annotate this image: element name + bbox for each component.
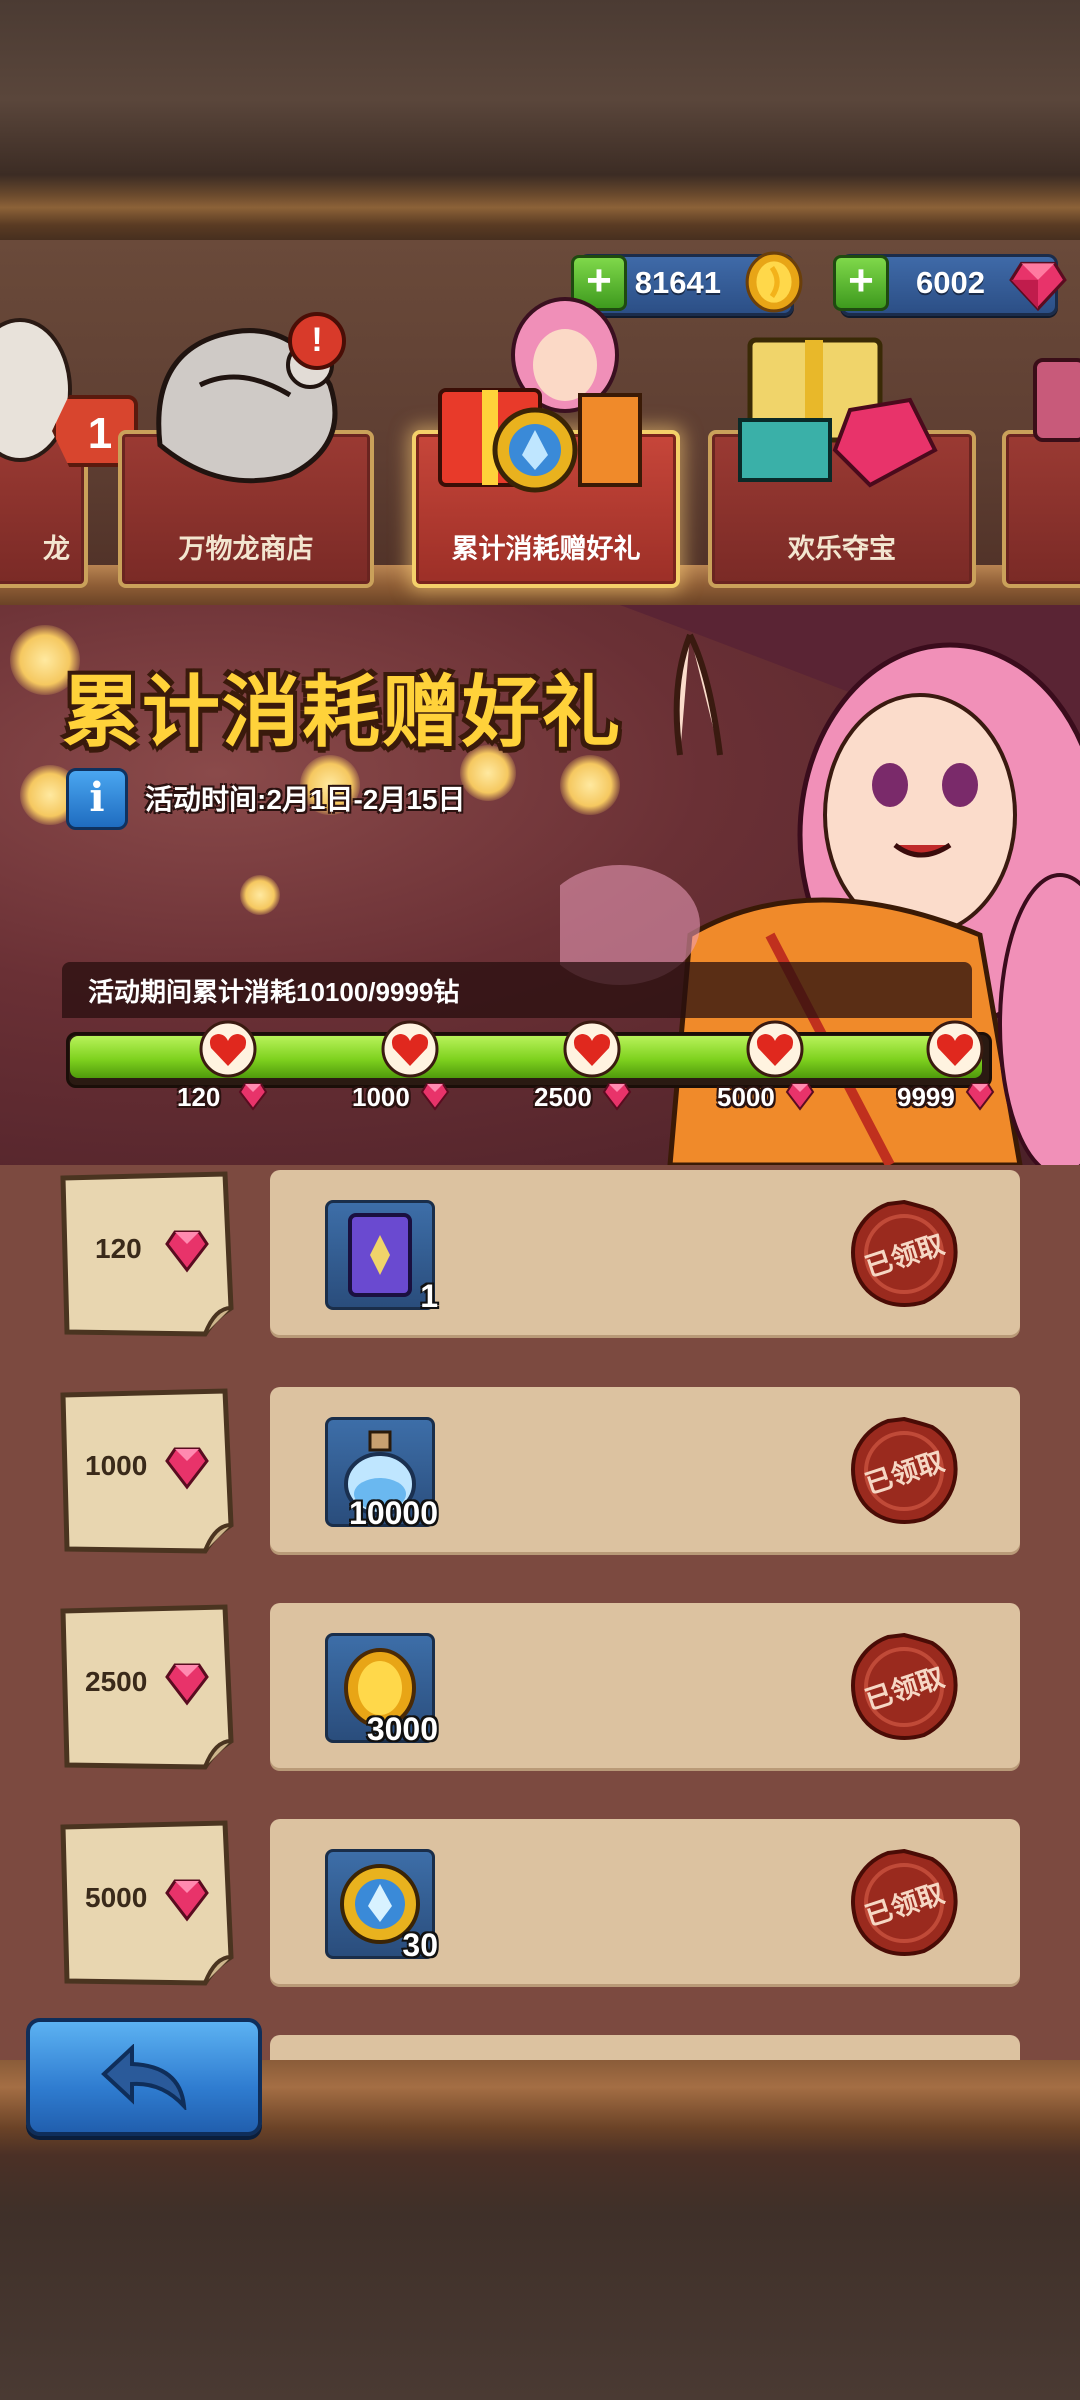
- basket-icon: [1033, 358, 1080, 442]
- cost-scroll: 120: [55, 1168, 240, 1338]
- milestone-label: 1000: [352, 1082, 410, 1112]
- top-frame: [0, 0, 1080, 250]
- tab-label: 欢乐夺宝: [788, 534, 896, 564]
- progress-text: 活动期间累计消耗10100/9999钻: [88, 977, 460, 1007]
- cost-scroll: 2500: [55, 1601, 240, 1771]
- cost-amount: 1000: [85, 1450, 148, 1481]
- parchment-icon: [60, 1388, 234, 1554]
- parchment-icon: [60, 1604, 234, 1770]
- reward-row: 30 已领取: [270, 1819, 1020, 1984]
- milestone-heart-icon: [746, 1020, 804, 1078]
- gift-girl-icon: [438, 297, 642, 493]
- parchment-icon: [60, 1820, 234, 1986]
- reward-count: 3000: [366, 1711, 438, 1747]
- gem-amount: 6002: [916, 265, 985, 300]
- claimed-seal: 已领取: [848, 1198, 960, 1310]
- cost-amount: 5000: [85, 1882, 148, 1913]
- event-title: 累计消耗赠好礼: [62, 668, 623, 756]
- milestone-label: 9999: [897, 1082, 955, 1112]
- reward-item[interactable]: 10000: [325, 1417, 438, 1531]
- reward-row: 3000 已领取: [270, 1603, 1020, 1768]
- reward-item[interactable]: 30: [325, 1849, 438, 1963]
- alert-icon: !: [288, 312, 346, 370]
- badge-count: 1: [87, 409, 113, 458]
- cost-amount: 120: [95, 1233, 142, 1264]
- milestone-label: 120: [177, 1082, 221, 1112]
- pink-gem-icon: [165, 1879, 209, 1922]
- pink-gem-icon: [602, 1083, 632, 1111]
- milestone-label: 5000: [717, 1082, 775, 1112]
- pink-gem-icon: [165, 1230, 209, 1273]
- pink-gem-icon: [165, 1447, 209, 1490]
- reward-item[interactable]: 3000: [325, 1633, 438, 1747]
- pink-gem-icon: [1009, 261, 1067, 312]
- tab-next[interactable]: [1002, 430, 1080, 588]
- reward-row: 10000 已领取: [270, 1387, 1020, 1552]
- reward-count: 10000: [349, 1495, 438, 1531]
- pink-gem-icon: [965, 1083, 995, 1111]
- event-time: 活动时间:2月1日-2月15日: [145, 784, 466, 815]
- tab-label: 龙: [43, 534, 70, 564]
- reward-count: 1: [420, 1278, 438, 1314]
- reward-row: 1 已领取: [270, 1170, 1020, 1335]
- reward-count: 30: [402, 1927, 438, 1963]
- cost-scroll: 1000: [55, 1385, 240, 1555]
- milestone-heart-icon: [926, 1020, 984, 1078]
- pink-gem-icon: [165, 1663, 209, 1706]
- treasure-gifts-icon: [738, 337, 938, 488]
- milestone-heart-icon: [381, 1020, 439, 1078]
- milestone-heart-icon: [563, 1020, 621, 1078]
- milestone-heart-icon: [199, 1020, 257, 1078]
- pink-gem-icon: [420, 1083, 450, 1111]
- pink-gem-icon: [238, 1083, 268, 1111]
- parchment-icon: [60, 1171, 234, 1337]
- pink-gem-icon: [785, 1083, 815, 1111]
- claimed-seal: 已领取: [848, 1847, 960, 1959]
- tab-label: 累计消耗赠好礼: [451, 534, 641, 564]
- reward-item[interactable]: 1: [325, 1200, 438, 1314]
- light-bokeh: [240, 875, 280, 915]
- tab-label: 万物龙商店: [178, 534, 314, 564]
- ticket-card-icon: [348, 1213, 412, 1297]
- back-arrow-icon: [101, 2044, 187, 2110]
- cost-amount: 2500: [85, 1666, 148, 1697]
- claimed-seal: 已领取: [848, 1415, 960, 1527]
- cost-scroll: 5000: [55, 1817, 240, 1987]
- info-button[interactable]: i: [66, 768, 128, 830]
- milestone-label: 2500: [534, 1082, 592, 1112]
- claimed-seal: 已领取: [848, 1631, 960, 1743]
- back-button[interactable]: [26, 2018, 262, 2136]
